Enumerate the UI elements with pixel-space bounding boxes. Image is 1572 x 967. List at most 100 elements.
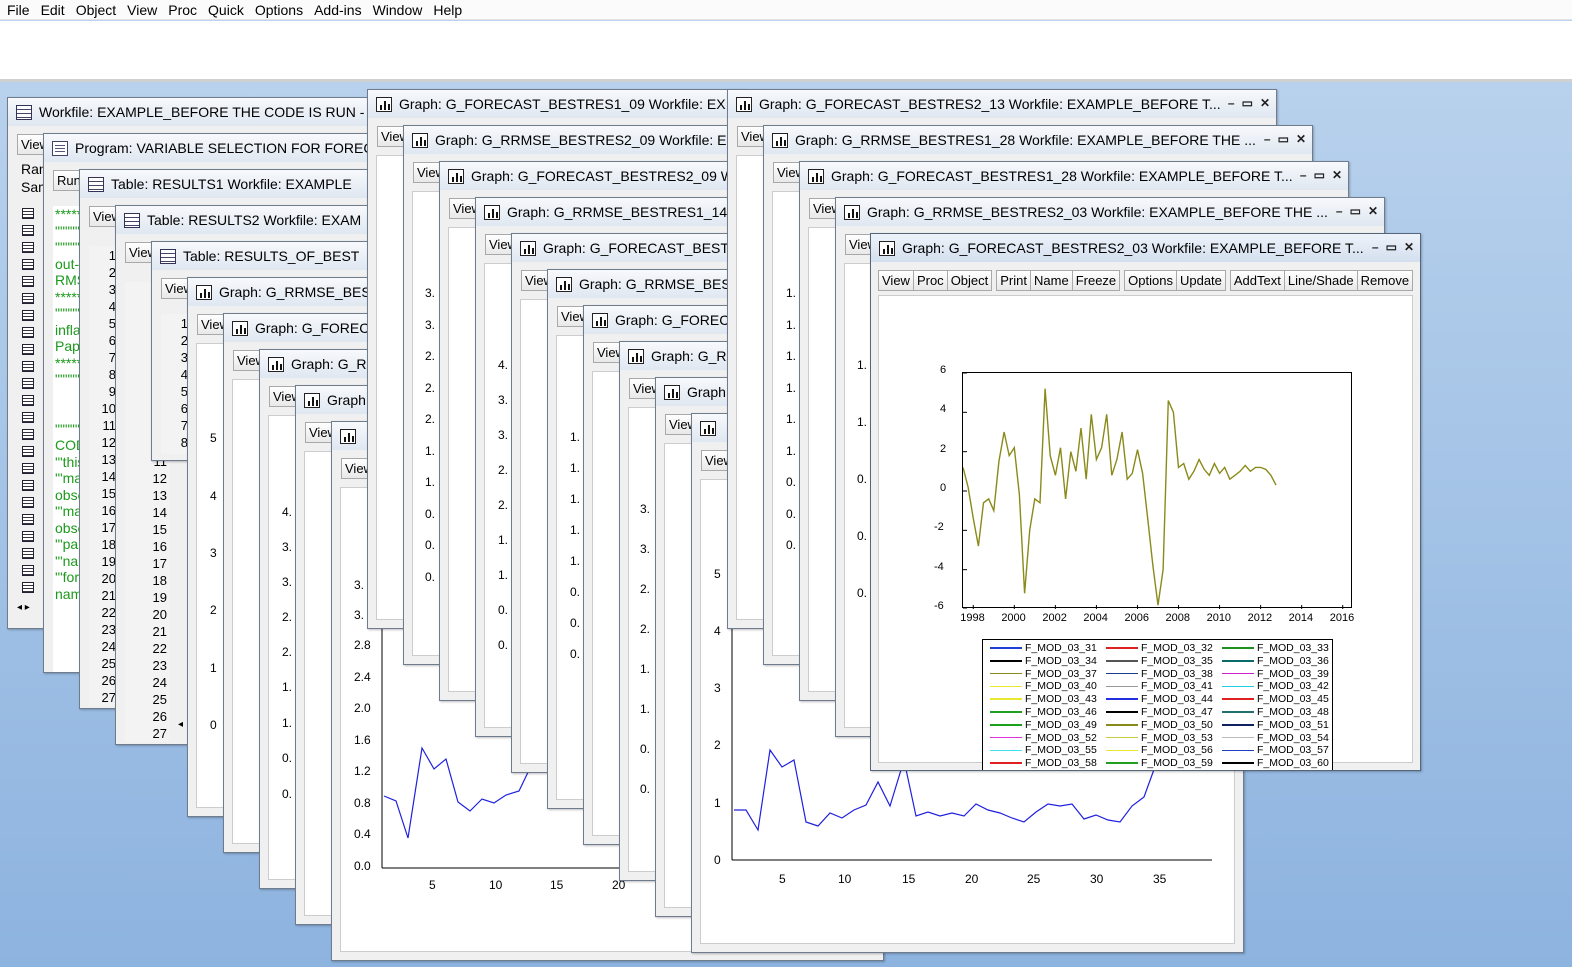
workfile-object-icon[interactable]: [22, 276, 34, 287]
menu-options[interactable]: Options: [250, 2, 309, 18]
minimize-icon[interactable]: –: [1228, 96, 1235, 110]
table-row-number: 16: [152, 539, 167, 554]
workfile-object-icon[interactable]: [22, 412, 34, 423]
workfile-titlebar[interactable]: Workfile: EXAMPLE_BEFORE THE CODE IS RUN…: [8, 98, 386, 126]
maximize-icon[interactable]: ▭: [1386, 240, 1397, 254]
workfile-object-icon[interactable]: [22, 514, 34, 525]
workfile-object-icon[interactable]: [22, 463, 34, 474]
close-icon[interactable]: ✕: [1296, 132, 1306, 146]
legend-entry: F_MOD_03_36: [1222, 655, 1329, 667]
maximize-icon[interactable]: ▭: [1350, 204, 1361, 218]
menu-window[interactable]: Window: [368, 2, 429, 18]
maximize-icon[interactable]: ▭: [1278, 132, 1289, 146]
update-button[interactable]: Update: [1175, 270, 1226, 291]
workfile-object-icon[interactable]: [22, 361, 34, 372]
legend-swatch: [990, 711, 1022, 713]
workfile-object-icon[interactable]: [22, 429, 34, 440]
table-row-number: 19: [101, 554, 116, 569]
graph-titlebar[interactable]: Graph: G_FORECAST_BESTRES1_28 Workfile: …: [800, 162, 1348, 190]
workfile-object-icon[interactable]: [22, 395, 34, 406]
workfile-object-icon[interactable]: [22, 344, 34, 355]
legend-label: F_MOD_03_46: [1025, 706, 1097, 718]
scroll-arrows[interactable]: ◂ ▸: [17, 602, 30, 613]
workfile-object-icon[interactable]: [22, 259, 34, 270]
y-tick-label: 2: [210, 603, 217, 617]
menu-file[interactable]: File: [2, 2, 36, 18]
y-tick-label: 1.: [786, 317, 797, 332]
workfile-object-icon[interactable]: [22, 242, 34, 253]
minimize-icon[interactable]: –: [1300, 168, 1307, 182]
name-button[interactable]: Name: [1030, 270, 1073, 291]
workfile-object-icon[interactable]: [22, 378, 34, 389]
view-button[interactable]: View: [878, 270, 914, 291]
command-window[interactable]: [0, 21, 1572, 82]
workfile-object-icon[interactable]: [22, 531, 34, 542]
add-text-button[interactable]: AddText: [1229, 270, 1285, 291]
workfile-object-icon[interactable]: [22, 293, 34, 304]
table-row-number: 17: [101, 520, 116, 535]
legend-swatch: [1106, 672, 1138, 675]
table-titlebar[interactable]: Table: RESULTS_OF_BEST: [152, 242, 390, 270]
close-icon[interactable]: ✕: [1260, 96, 1270, 110]
graph-titlebar[interactable]: Graph: G_FORECAST_BESTRES1_09 Workfile: …: [368, 90, 746, 118]
menu-add-ins[interactable]: Add-ins: [309, 2, 367, 18]
workfile-object-icon[interactable]: [22, 208, 34, 219]
object-button[interactable]: Object: [946, 270, 993, 291]
freeze-button[interactable]: Freeze: [1071, 270, 1121, 291]
front-graph-window[interactable]: Graph: G_FORECAST_BESTRES2_03 Workfile: …: [870, 233, 1421, 771]
menu-proc[interactable]: Proc: [163, 2, 203, 18]
program-titlebar[interactable]: Program: VARIABLE SELECTION FOR FOREC: [44, 134, 382, 162]
minimize-icon[interactable]: –: [1264, 132, 1271, 146]
workfile-object-icon[interactable]: [22, 497, 34, 508]
legend-swatch: [1222, 672, 1254, 675]
remove-button[interactable]: Remove: [1356, 270, 1414, 291]
close-icon[interactable]: ✕: [1368, 204, 1378, 218]
workfile-object-icon[interactable]: [22, 565, 34, 576]
workfile-object-icon[interactable]: [22, 548, 34, 559]
graph-titlebar[interactable]: Graph: G_RRMSE_BES: [188, 278, 386, 306]
legend-swatch: [1222, 724, 1254, 726]
y-tick-label: 2.0: [354, 701, 371, 715]
legend-label: F_MOD_03_55: [1025, 744, 1097, 757]
scroll-left-arrow[interactable]: ◂: [178, 719, 183, 730]
workfile-object-icon[interactable]: [22, 310, 34, 321]
graph-icon: [592, 312, 608, 328]
close-icon[interactable]: ✕: [1404, 240, 1414, 254]
close-icon[interactable]: ✕: [1332, 168, 1342, 182]
table-titlebar[interactable]: Table: RESULTS2 Workfile: EXAM: [116, 206, 384, 234]
y-tick-label: 0.8: [354, 796, 371, 810]
graph-titlebar[interactable]: Graph: G_RRMSE_BESTRES2_09 Workfile: E: [404, 126, 782, 154]
graph-titlebar[interactable]: Graph: G_RRMSE_BESTRES2_03 Workfile: EXA…: [836, 198, 1384, 226]
graph-titlebar[interactable]: Graph: G_FORECAST_BESTRES2_13 Workfile: …: [728, 90, 1276, 118]
workfile-object-icon[interactable]: [22, 225, 34, 236]
menu-help[interactable]: Help: [428, 2, 468, 18]
workfile-object-icon[interactable]: [22, 480, 34, 491]
table-row-number: 17: [152, 556, 167, 571]
menu-edit[interactable]: Edit: [36, 2, 71, 18]
legend-entry: F_MOD_03_37: [990, 668, 1097, 680]
workfile-object-icon[interactable]: [22, 582, 34, 593]
maximize-icon[interactable]: ▭: [1242, 96, 1253, 110]
menu-quick[interactable]: Quick: [203, 2, 250, 18]
table-row-number: 25: [101, 656, 116, 671]
legend-entry: F_MOD_03_35: [1106, 655, 1213, 667]
maximize-icon[interactable]: ▭: [1314, 168, 1325, 182]
y-tick-label: 2.: [282, 645, 293, 659]
legend-entry: F_MOD_03_54: [1222, 732, 1329, 744]
workfile-object-icon[interactable]: [22, 327, 34, 338]
options-button[interactable]: Options: [1124, 270, 1177, 291]
table-titlebar[interactable]: Table: RESULTS1 Workfile: EXAMPLE: [80, 170, 378, 198]
workfile-object-icon[interactable]: [22, 446, 34, 457]
minimize-icon[interactable]: –: [1372, 240, 1379, 254]
print-button[interactable]: Print: [996, 270, 1031, 291]
y-tick-label: 1.6: [354, 733, 371, 747]
legend-swatch: [990, 736, 1022, 739]
menu-object[interactable]: Object: [71, 2, 122, 18]
graph-titlebar[interactable]: Graph: G_RRMSE_BESTRES1_28 Workfile: EXA…: [764, 126, 1312, 154]
line-shade-button[interactable]: Line/Shade: [1283, 270, 1358, 291]
front-graph-titlebar[interactable]: Graph: G_FORECAST_BESTRES2_03 Workfile: …: [871, 234, 1420, 262]
legend-label: F_MOD_03_41: [1141, 680, 1213, 693]
proc-button[interactable]: Proc: [912, 270, 948, 291]
menu-view[interactable]: View: [122, 2, 163, 18]
minimize-icon[interactable]: –: [1336, 204, 1343, 218]
